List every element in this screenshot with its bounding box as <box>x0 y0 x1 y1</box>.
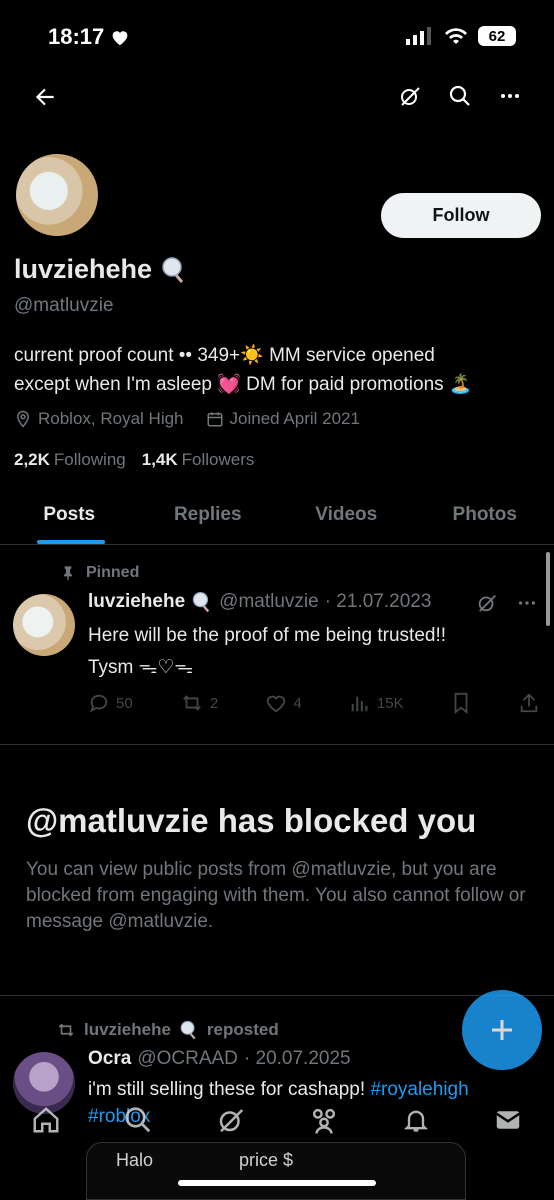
profile-tabs: Posts Replies Videos Photos <box>0 495 554 545</box>
grok-icon[interactable] <box>216 1105 246 1135</box>
grok-icon[interactable] <box>398 84 422 108</box>
back-button[interactable] <box>32 84 58 110</box>
location: Roblox, Royal High <box>14 409 184 429</box>
arrow-left-icon <box>35 88 54 106</box>
views-chart-icon <box>351 696 368 712</box>
signal-icon <box>406 27 434 45</box>
battery-indicator: 62 <box>478 26 516 46</box>
badge-emoji-icon <box>191 591 213 613</box>
repost-icon <box>182 695 201 711</box>
share-button[interactable] <box>518 692 540 714</box>
search-icon[interactable] <box>448 84 472 108</box>
pinned-indicator: Pinned <box>60 564 139 582</box>
more-icon[interactable] <box>516 592 538 614</box>
blocked-body: You can view public posts from @matluvzi… <box>26 859 526 932</box>
post-date[interactable]: · 21.07.2023 <box>325 591 432 613</box>
post-author-handle[interactable]: @OCRAAD <box>137 1048 238 1070</box>
divider <box>0 744 554 745</box>
tab-photos[interactable]: Photos <box>416 495 554 544</box>
header-actions <box>398 84 522 108</box>
grok-icon[interactable] <box>476 592 498 614</box>
post-author-name[interactable]: luvziehehe <box>88 591 185 613</box>
media-caption: Halo <box>116 1150 154 1170</box>
status-time: 18:17 <box>48 24 130 50</box>
wifi-icon <box>444 27 468 45</box>
scrollbar[interactable] <box>546 552 550 626</box>
home-indicator[interactable] <box>178 1180 376 1186</box>
repost-button[interactable]: 2 <box>180 692 218 714</box>
tab-replies[interactable]: Replies <box>139 495 278 544</box>
compose-button[interactable] <box>462 990 542 1070</box>
post-author-handle[interactable]: @matluvzie <box>219 591 319 613</box>
profile-meta: Roblox, Royal High Joined April 2021 <box>14 409 360 429</box>
repost-icon <box>58 1023 74 1037</box>
tab-videos[interactable]: Videos <box>277 495 416 544</box>
post-author-name[interactable]: Ocra <box>88 1048 131 1070</box>
reply-button[interactable]: 50 <box>88 692 133 714</box>
profile-stats: 2,2K Following 1,4K Followers <box>14 450 254 470</box>
blocked-title: @matluvzie has blocked you <box>26 802 477 839</box>
like-button[interactable]: 4 <box>265 692 302 714</box>
post-header: luvziehehe @matluvzie · 21.07.2023 <box>88 591 431 613</box>
follow-button[interactable]: Follow <box>381 193 541 238</box>
plus-icon <box>492 1020 512 1040</box>
heart-outline-icon <box>267 695 286 713</box>
followers-link[interactable]: 1,4K Followers <box>142 450 255 470</box>
profile-bio: current proof count •• 349+☀️ MM service… <box>14 345 473 395</box>
profile-avatar[interactable] <box>14 152 100 238</box>
bottom-nav <box>0 1090 554 1150</box>
following-link[interactable]: 2,2K Following <box>14 450 126 470</box>
divider <box>0 995 554 996</box>
profile-handle: @matluvzie <box>14 295 114 316</box>
post-avatar[interactable] <box>13 594 75 656</box>
more-icon[interactable] <box>498 84 522 108</box>
post-header: Ocra @OCRAAD · 20.07.2025 <box>88 1048 351 1070</box>
badge-emoji-icon <box>160 256 188 284</box>
badge-emoji-icon <box>179 1020 199 1040</box>
post-date[interactable]: · 20.07.2025 <box>244 1048 351 1070</box>
post-body: Here will be the proof of me being trust… <box>88 625 447 678</box>
share-icon <box>520 693 538 713</box>
reply-icon <box>89 694 108 713</box>
views-button[interactable]: 15K <box>349 692 404 714</box>
communities-icon[interactable] <box>308 1105 340 1135</box>
bookmark-button[interactable] <box>451 692 471 714</box>
home-icon[interactable] <box>31 1105 61 1135</box>
post-top-actions <box>476 592 538 614</box>
tab-posts[interactable]: Posts <box>0 495 139 544</box>
calendar-icon <box>207 412 223 427</box>
status-indicators: 62 <box>406 26 516 46</box>
mail-icon[interactable] <box>493 1105 523 1135</box>
location-pin-icon <box>16 410 30 428</box>
bookmark-icon <box>454 692 468 714</box>
bell-icon[interactable] <box>402 1105 430 1135</box>
heart-icon <box>110 28 130 46</box>
search-icon[interactable] <box>123 1105 153 1135</box>
repost-indicator: luvziehehe reposted <box>56 1020 279 1040</box>
post-actions: 50 2 4 15K <box>88 692 540 714</box>
media-caption: price $ <box>239 1150 294 1170</box>
profile-display-name: luvziehehe <box>14 254 188 285</box>
pin-icon <box>64 566 72 581</box>
join-date: Joined April 2021 <box>206 409 360 429</box>
